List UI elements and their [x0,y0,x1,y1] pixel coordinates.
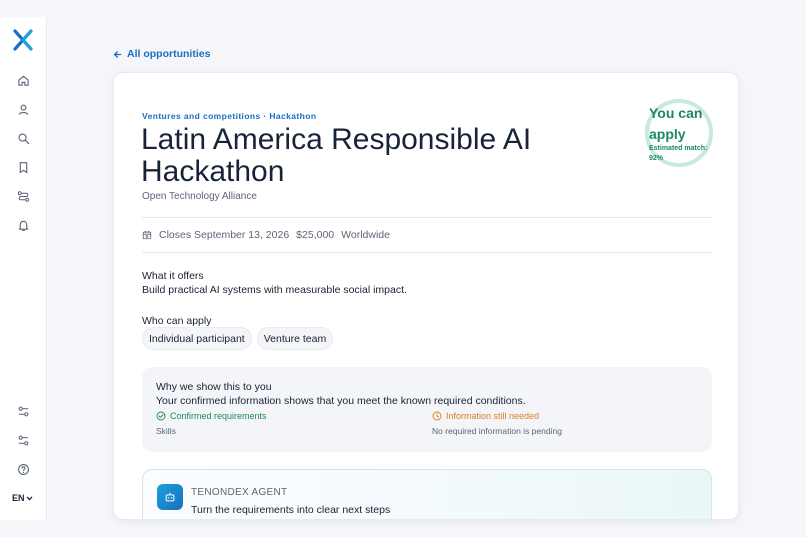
page-title: Latin America Responsible AI Hackathon [141,123,532,188]
closing-date: Closes September 13, 2026 [159,229,290,241]
chip-team: Venture team [256,327,334,350]
organization-name: Open Technology Alliance [142,191,257,202]
award-amount: $25,000 [296,229,335,241]
back-link-label: All opportunities [127,48,211,60]
language-selector[interactable]: EN [12,491,36,505]
sidebar: EN [0,17,47,520]
robot-icon [157,484,183,510]
chip-individual: Individual participant [142,327,252,350]
meta-row: Closes September 13, 2026 $25,000 Worldw… [142,228,390,242]
offers-text: Build practical AI systems with measurab… [142,284,407,296]
language-label: EN [12,493,25,503]
match-subtitle: Estimated match: 92% [649,145,708,162]
arrow-left-icon [113,50,122,58]
user-icon[interactable] [14,100,32,118]
location: Worldwide [341,229,390,241]
agent-name: TENONDEX AGENT [191,487,288,498]
confirmed-label: Confirmed requirements [170,410,267,421]
app-root: EN All opportunities Ventures and compet… [0,0,806,537]
offers-label: What it offers [142,270,204,282]
eligibility-chips: Individual participant Venture team [142,327,334,350]
divider [142,252,712,253]
opportunity-card: Ventures and competitions · Hackathon La… [113,72,739,520]
filters-icon[interactable] [14,402,32,420]
search-icon[interactable] [14,129,32,147]
chevron-down-icon [26,496,32,500]
bookmark-icon[interactable] [14,158,32,176]
route-icon[interactable] [14,187,32,205]
confirmed-sub: Skills [156,426,176,436]
bell-icon[interactable] [14,216,32,234]
home-icon[interactable] [14,71,32,89]
logo-icon[interactable] [12,29,34,51]
why-title: Why we show this to you [156,381,272,393]
help-icon[interactable] [14,460,32,478]
confirmed-requirements: Confirmed requirements [156,409,267,422]
calendar-icon [142,231,152,240]
agent-prompt: Turn the requirements into clear next st… [191,504,391,516]
divider [142,217,712,218]
why-text: Your confirmed information shows that yo… [156,395,526,407]
category-eyebrow: Ventures and competitions · Hackathon [142,111,317,121]
match-title: You can apply [649,105,703,142]
back-link[interactable]: All opportunities [113,47,210,61]
check-circle-icon [156,411,166,420]
sliders-icon[interactable] [14,431,32,449]
needed-label: Information still needed [446,410,540,421]
agent-panel[interactable]: TENONDEX AGENT Turn the requirements int… [142,469,712,519]
clock-icon [432,411,442,420]
needed-sub: No required information is pending [432,426,562,436]
who-label: Who can apply [142,315,212,327]
why-panel: Why we show this to you Your confirmed i… [142,367,712,452]
information-needed: Information still needed [432,409,539,422]
